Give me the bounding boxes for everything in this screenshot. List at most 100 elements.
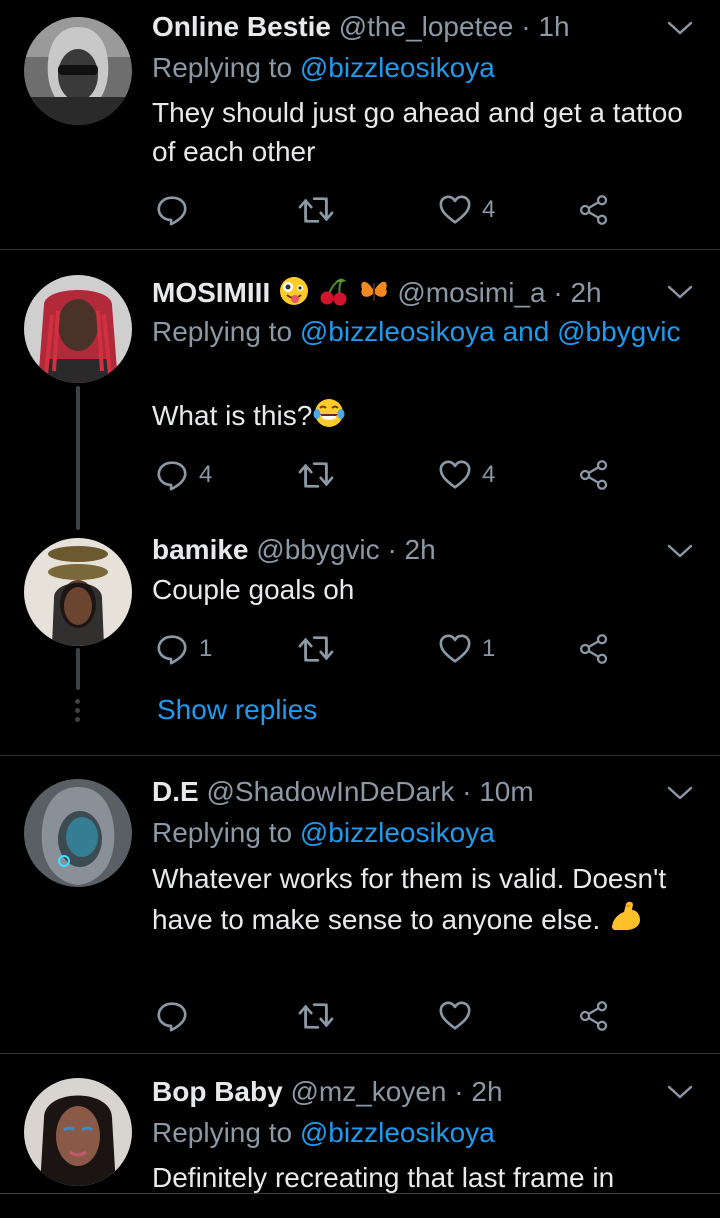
heart-icon xyxy=(438,193,472,227)
like-button[interactable]: 1 xyxy=(438,629,495,669)
heart-icon xyxy=(438,458,472,492)
display-name[interactable]: bamike xyxy=(152,534,249,565)
tweet-text: Whatever works for them is valid. Doesn'… xyxy=(152,863,667,935)
separator-dot: · xyxy=(521,11,531,42)
share-icon xyxy=(578,999,610,1033)
thread-connector xyxy=(76,386,80,530)
avatar[interactable] xyxy=(24,1078,132,1186)
mention-link-2[interactable]: @bbygvic xyxy=(557,316,680,347)
share-button[interactable] xyxy=(578,996,610,1036)
user-handle[interactable]: @ShadowInDeDark xyxy=(206,776,454,807)
share-icon xyxy=(578,632,610,666)
mention-link[interactable]: @bizzleosikoya xyxy=(300,817,495,848)
timestamp[interactable]: 10m xyxy=(479,776,533,807)
tweet-header: bamike @bbygvic · 2h xyxy=(152,533,436,567)
thread-dots xyxy=(75,699,81,726)
reply-button[interactable] xyxy=(155,190,189,230)
heart-icon xyxy=(438,999,472,1033)
replying-prefix: Replying to xyxy=(152,817,293,848)
timestamp[interactable]: 2h xyxy=(471,1076,502,1107)
separator-dot: · xyxy=(387,534,397,565)
chevron-down-icon[interactable] xyxy=(666,18,694,38)
retweet-icon xyxy=(297,458,335,492)
tweet-actions: 1 1 xyxy=(152,629,632,669)
like-count: 4 xyxy=(482,196,496,223)
user-handle[interactable]: @mz_koyen xyxy=(290,1076,446,1107)
retweet-button[interactable] xyxy=(297,190,335,230)
like-button[interactable] xyxy=(438,996,472,1036)
share-icon xyxy=(578,458,610,492)
tweet-header: Bop Baby @mz_koyen · 2h xyxy=(152,1075,503,1109)
tweet-text-row: What is this? xyxy=(152,396,692,435)
tears-of-joy-emoji xyxy=(313,399,345,427)
share-button[interactable] xyxy=(578,190,610,230)
tweet-actions: 4 4 xyxy=(152,455,632,495)
replying-to: Replying to @bizzleosikoya xyxy=(152,1114,692,1152)
like-button[interactable]: 4 xyxy=(438,455,495,495)
share-button[interactable] xyxy=(578,455,610,495)
tweet-header: MOSIMIII @mosimi_a · 2h xyxy=(152,275,602,310)
heart-icon xyxy=(438,632,472,666)
user-handle[interactable]: @bbygvic xyxy=(256,534,379,565)
replying-to: Replying to @bizzleosikoya xyxy=(152,49,692,87)
tweet-text-row: Whatever works for them is valid. Doesn'… xyxy=(152,859,692,939)
retweet-button[interactable] xyxy=(297,996,335,1036)
retweet-icon xyxy=(297,193,335,227)
tweet-text: Definitely recreating that last frame in xyxy=(152,1162,615,1193)
reply-count: 1 xyxy=(199,635,213,662)
replying-to: Replying to @bizzleosikoya and @bbygvic xyxy=(152,313,692,351)
chevron-down-icon[interactable] xyxy=(666,1082,694,1102)
cherries-emoji xyxy=(320,278,347,306)
user-handle[interactable]: @mosimi_a xyxy=(397,277,545,308)
bottom-edge-line xyxy=(0,1193,720,1194)
avatar[interactable] xyxy=(24,275,132,383)
tweet-text: Couple goals oh xyxy=(152,574,355,605)
share-button[interactable] xyxy=(578,629,610,669)
mention-link[interactable]: @bizzleosikoya xyxy=(300,1117,495,1148)
avatar[interactable] xyxy=(24,17,132,125)
display-name[interactable]: Bop Baby xyxy=(152,1076,283,1107)
zany-face-emoji xyxy=(280,277,309,305)
reply-button[interactable]: 1 xyxy=(155,629,212,669)
butterfly-emoji xyxy=(360,281,387,301)
tweet-actions xyxy=(152,996,632,1036)
thread-connector xyxy=(76,648,80,690)
like-button[interactable]: 4 xyxy=(438,190,495,230)
tweet-text: They should just go ahead and get a tatt… xyxy=(152,97,683,167)
separator-dot: · xyxy=(553,277,563,308)
reply-icon xyxy=(155,458,189,492)
replying-prefix: Replying to xyxy=(152,316,293,347)
reply-button[interactable] xyxy=(155,996,189,1036)
replying-prefix: Replying to xyxy=(152,52,293,83)
user-handle[interactable]: @the_lopetee xyxy=(339,11,514,42)
chevron-down-icon[interactable] xyxy=(666,783,694,803)
mention-link[interactable]: @bizzleosikoya xyxy=(300,52,495,83)
show-replies-link[interactable]: Show replies xyxy=(157,693,317,727)
avatar[interactable] xyxy=(24,538,132,646)
like-count: 4 xyxy=(482,461,496,488)
share-icon xyxy=(578,193,610,227)
retweet-button[interactable] xyxy=(297,455,335,495)
timestamp[interactable]: 2h xyxy=(405,534,436,565)
reply-icon xyxy=(155,632,189,666)
mention-link[interactable]: @bizzleosikoya xyxy=(300,316,495,347)
tweet-de[interactable]: D.E @ShadowInDeDark · 10m Replying to @b… xyxy=(0,756,720,1053)
retweet-button[interactable] xyxy=(297,629,335,669)
display-name[interactable]: MOSIMIII xyxy=(152,277,270,308)
like-count: 1 xyxy=(482,635,496,662)
separator-dot: · xyxy=(454,1076,464,1107)
timestamp[interactable]: 2h xyxy=(570,277,601,308)
tweet-bamike[interactable]: bamike @bbygvic · 2h Couple goals oh 1 1… xyxy=(0,530,720,755)
timestamp[interactable]: 1h xyxy=(538,11,569,42)
tweet-header: Online Bestie @the_lopetee · 1h xyxy=(152,10,570,44)
display-name[interactable]: Online Bestie xyxy=(152,11,331,42)
replying-prefix: Replying to xyxy=(152,1117,293,1148)
chevron-down-icon[interactable] xyxy=(666,541,694,561)
avatar[interactable] xyxy=(24,779,132,887)
display-name[interactable]: D.E xyxy=(152,776,199,807)
reply-button[interactable]: 4 xyxy=(155,455,212,495)
tweet-online-bestie[interactable]: Online Bestie @the_lopetee · 1h Replying… xyxy=(0,0,720,250)
tweet-mosimiii[interactable]: MOSIMIII @mosimi_a · 2h Replying to @biz… xyxy=(0,250,720,530)
replying-to: Replying to @bizzleosikoya xyxy=(152,814,692,852)
chevron-down-icon[interactable] xyxy=(666,282,694,302)
